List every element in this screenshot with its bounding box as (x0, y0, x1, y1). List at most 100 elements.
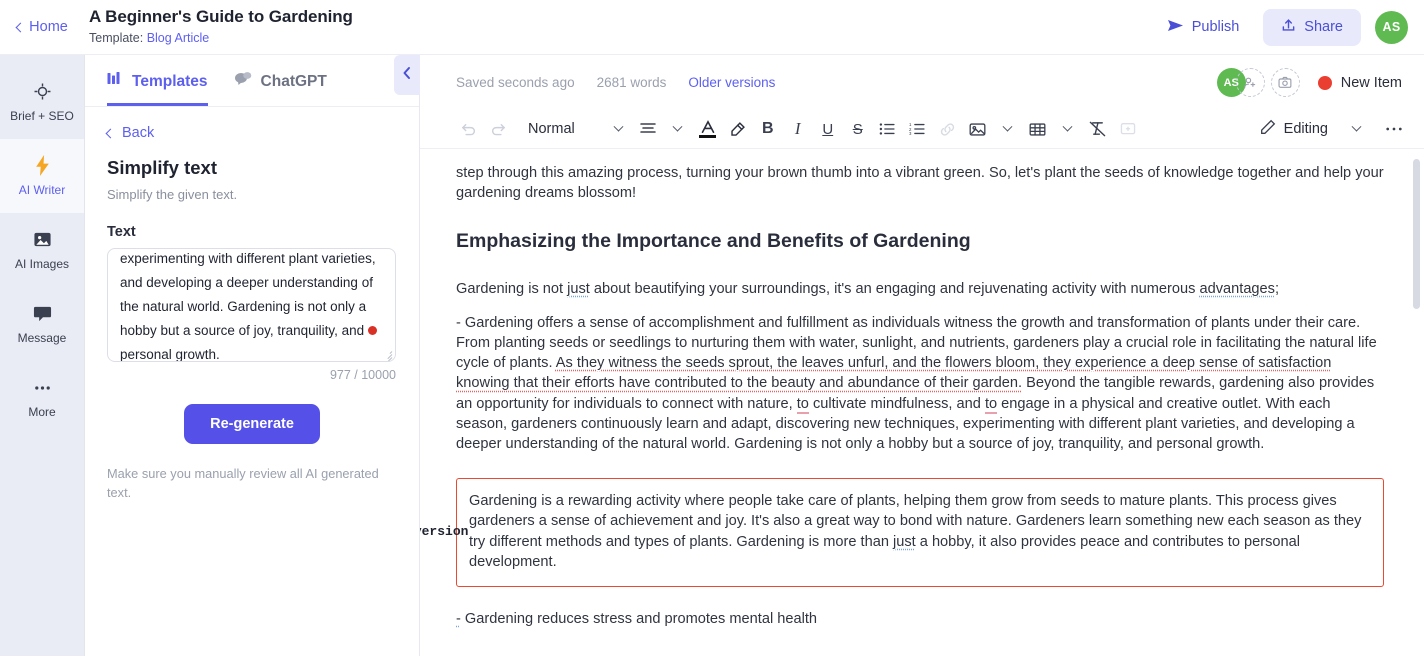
character-counter: 977 / 10000 (329, 368, 396, 382)
editing-mode-dropdown[interactable] (1342, 114, 1370, 144)
tab-label: ChatGPT (260, 72, 327, 90)
chevron-left-icon (15, 22, 26, 32)
tab-label: Templates (132, 72, 208, 90)
spellcheck-word-just: just (893, 533, 916, 550)
document-canvas[interactable]: x step through this amazing process, tur… (420, 149, 1424, 656)
strikethrough-icon: S (852, 120, 863, 138)
lightning-icon (34, 155, 51, 176)
chevron-down-icon (1002, 121, 1013, 132)
highlight-button[interactable] (724, 114, 752, 144)
chat-icon (33, 304, 52, 324)
text-fragment: Gardening is not (456, 280, 568, 297)
paragraph-style-value: Normal (528, 121, 575, 137)
home-back-link[interactable]: Home (0, 0, 85, 55)
resize-grip-icon[interactable] (382, 349, 393, 361)
top-bar: Home A Beginner's Guide to Gardening Tem… (0, 0, 1424, 55)
share-label: Share (1304, 19, 1343, 35)
editor-status-actions: AS New Item (1216, 68, 1402, 97)
older-versions-link[interactable]: Older versions (688, 75, 775, 90)
document-scrollbar[interactable] (1413, 159, 1420, 309)
rail-item-message[interactable]: Message (0, 287, 84, 361)
rail-item-more[interactable]: More (0, 361, 84, 435)
tab-chatgpt[interactable]: ChatGPT (234, 71, 327, 106)
editing-mode-button[interactable]: Editing (1256, 119, 1332, 139)
text-fragment: ; (1274, 280, 1280, 297)
text-color-button[interactable] (694, 114, 722, 144)
bold-button[interactable]: B (754, 114, 782, 144)
user-avatar[interactable]: AS (1375, 10, 1408, 44)
new-item-button[interactable]: New Item (1317, 75, 1402, 91)
paragraph-style-select[interactable]: Normal (520, 114, 630, 144)
simplified-version-callout[interactable]: Gardening is a rewarding activity where … (456, 478, 1384, 588)
callout-paragraph: Gardening is a rewarding activity where … (469, 491, 1369, 572)
template-prefix-label: Template: (89, 31, 144, 45)
share-button[interactable]: Share (1263, 8, 1361, 46)
collapse-panel-button[interactable] (394, 55, 420, 95)
tab-templates[interactable]: Templates (107, 71, 208, 106)
comment-button[interactable] (1114, 114, 1142, 144)
bold-icon: B (761, 120, 774, 137)
page-title: A Beginner's Guide to Gardening (89, 7, 353, 26)
insert-image-button[interactable] (964, 114, 992, 144)
formatting-toolbar: Normal B I U S 123 Editing (420, 110, 1424, 149)
link-button[interactable] (934, 114, 962, 144)
text-field-label: Text (107, 224, 136, 240)
left-nav-rail: Brief + SEO AI Writer AI Images Message … (0, 55, 85, 656)
align-dropdown-button[interactable] (664, 114, 692, 144)
clear-formatting-button[interactable] (1084, 114, 1112, 144)
editor-status-bar: Saved seconds ago 2681 words Older versi… (420, 55, 1424, 110)
italic-button[interactable]: I (784, 114, 812, 144)
template-description: Simplify the given text. (107, 187, 238, 202)
underline-icon: U (822, 120, 834, 138)
numbered-list-button[interactable]: 123 (904, 114, 932, 144)
image-icon (33, 230, 52, 250)
text-input[interactable]: experimenting with different plant varie… (107, 248, 396, 362)
text-color-icon (699, 119, 717, 139)
panel-tab-bar: Templates ChatGPT (85, 55, 419, 107)
save-status: Saved seconds ago (456, 75, 575, 90)
strikethrough-button[interactable]: S (844, 114, 872, 144)
grid-icon (107, 71, 123, 92)
more-options-button[interactable] (1380, 114, 1408, 144)
chevron-down-icon (672, 121, 683, 132)
document-title-block: A Beginner's Guide to Gardening Template… (89, 7, 353, 47)
back-label: Back (122, 125, 155, 141)
publish-label: Publish (1191, 19, 1240, 35)
bullet-list-button[interactable] (874, 114, 902, 144)
simplified-version-label: Simplified version (420, 524, 469, 540)
template-link[interactable]: Blog Article (147, 31, 210, 45)
rail-label: AI Writer (18, 182, 66, 197)
editor-mode-group: Editing (1256, 114, 1408, 144)
chevron-down-icon (1351, 121, 1361, 132)
text-fragment: cultivate mindfulness, and (808, 395, 985, 412)
redo-button[interactable] (484, 114, 512, 144)
grammar-flagged-to-2: to (984, 395, 998, 414)
add-collaborator-button[interactable] (1235, 68, 1265, 97)
pencil-icon (1260, 119, 1276, 139)
back-button[interactable]: Back (105, 125, 397, 141)
align-button[interactable] (634, 114, 662, 144)
publish-button[interactable]: Publish (1157, 11, 1250, 44)
underline-button[interactable]: U (814, 114, 842, 144)
rail-label: Message (17, 330, 67, 345)
image-dropdown-button[interactable] (994, 114, 1022, 144)
template-title: Simplify text (107, 157, 217, 178)
rail-item-ai-images[interactable]: AI Images (0, 213, 84, 287)
table-dropdown-button[interactable] (1054, 114, 1082, 144)
word-count: 2681 words (596, 75, 667, 90)
rail-item-brief-seo[interactable]: Brief + SEO (0, 65, 84, 139)
undo-button[interactable] (454, 114, 482, 144)
text-fragment: about beautifying your surroundings, it'… (589, 280, 1200, 297)
paragraph-benefits-lead: Gardening is not just about beautifying … (456, 279, 1384, 299)
insert-table-button[interactable] (1024, 114, 1052, 144)
section-heading: Emphasizing the Importance and Benefits … (456, 229, 971, 252)
spellcheck-word-advantages: advantages (1199, 280, 1275, 297)
rail-item-ai-writer[interactable]: AI Writer (0, 139, 84, 213)
editing-label: Editing (1283, 121, 1328, 137)
add-image-button[interactable] (1270, 68, 1300, 97)
regenerate-button[interactable]: Re-generate (184, 404, 320, 444)
top-bar-actions: Publish Share AS (1157, 8, 1424, 46)
template-line: Template: Blog Article (89, 30, 353, 47)
text-input-value: experimenting with different plant varie… (120, 251, 380, 362)
svg-text:3: 3 (909, 131, 912, 136)
